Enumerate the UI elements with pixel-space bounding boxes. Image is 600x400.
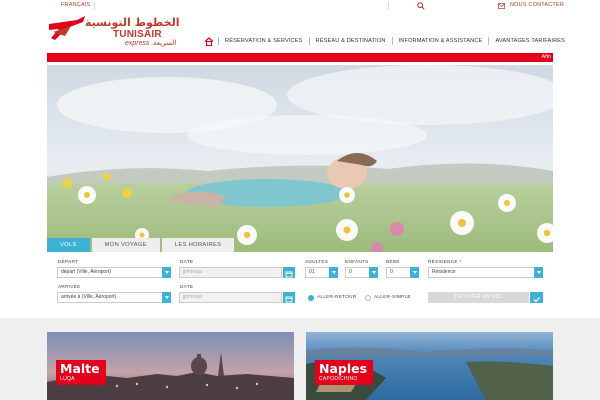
adultes-select[interactable]: 01 bbox=[305, 267, 338, 278]
adultes-value: 01 bbox=[309, 269, 315, 275]
chevron-down-icon bbox=[162, 292, 171, 303]
date-input[interactable]: jj/mm/aa bbox=[179, 267, 282, 278]
chevron-down-icon bbox=[369, 267, 378, 278]
destination-airport: LUQA bbox=[60, 376, 75, 382]
chevron-down-icon bbox=[329, 267, 338, 278]
destination-label-malte: Malte LUQA bbox=[56, 360, 106, 385]
tab-vols[interactable]: VOLS bbox=[47, 238, 90, 252]
plane-logo-icon bbox=[49, 16, 85, 40]
logo-express-arabic: السريعة bbox=[153, 39, 177, 47]
residence-value: Résidence bbox=[432, 269, 456, 275]
chevron-down-icon bbox=[534, 267, 543, 278]
destination-card-malte[interactable]: Malte LUQA bbox=[47, 332, 294, 400]
contact-link[interactable]: NOUS CONTACTER bbox=[510, 2, 564, 8]
check-icon bbox=[533, 297, 540, 303]
depart-label: DÉPART bbox=[58, 260, 79, 265]
return-calendar-button[interactable] bbox=[283, 292, 295, 303]
find-flight-button[interactable]: TROUVER UN VOL bbox=[428, 292, 529, 303]
ticker-text: Afin bbox=[541, 54, 551, 60]
top-bar: FRANÇAIS NOUS CONTACTER bbox=[0, 0, 600, 12]
calendar-button[interactable] bbox=[283, 267, 295, 278]
aller-simple-label: ALLER-SIMPLE bbox=[374, 295, 411, 300]
divider bbox=[388, 2, 389, 10]
nav-item-avantages[interactable]: AVANTAGES TARIFAIRES bbox=[488, 37, 571, 45]
enfants-label: ENFANTS bbox=[345, 260, 369, 265]
enfants-select[interactable]: 0 bbox=[345, 267, 378, 278]
search-icon[interactable] bbox=[417, 2, 425, 10]
chevron-down-icon bbox=[162, 267, 171, 278]
flight-search-form: DÉPART départ (Ville, Aéroport) DATE jj/… bbox=[0, 252, 600, 318]
divider bbox=[94, 2, 95, 10]
destination-city: Naples bbox=[319, 361, 368, 376]
news-ticker: Afin bbox=[47, 53, 553, 62]
aller-retour-label: ALLER-RETOUR bbox=[317, 295, 357, 300]
arrivee-label: ARRIVÉE bbox=[58, 285, 81, 290]
nav-home[interactable] bbox=[200, 36, 218, 46]
logo-arabic-text: الخطوط التونسية bbox=[85, 16, 180, 29]
arrivee-select[interactable]: arrivée à (Ville, Aéroport) bbox=[57, 292, 171, 303]
destination-card-naples[interactable]: Naples CAPODICHINO bbox=[306, 332, 553, 400]
hero-illustration bbox=[47, 65, 553, 252]
calendar-icon bbox=[285, 296, 293, 303]
date-label: DATE bbox=[180, 260, 194, 265]
chevron-down-icon bbox=[410, 267, 419, 278]
return-date-input[interactable]: jj/mm/aa bbox=[179, 292, 282, 303]
main-nav: RÉSERVATION & SERVICES RÉSEAU & DESTINAT… bbox=[200, 34, 571, 48]
calendar-icon bbox=[285, 271, 293, 278]
depart-select[interactable]: départ (Ville, Aéroport) bbox=[57, 267, 171, 278]
destination-label-naples: Naples CAPODICHINO bbox=[315, 360, 374, 385]
booking-tabs: VOLS MON VOYAGE LES HORAIRES bbox=[47, 238, 236, 252]
depart-value: départ (Ville, Aéroport) bbox=[61, 269, 111, 275]
hero-image bbox=[47, 65, 553, 252]
arrivee-value: arrivée à (Ville, Aéroport) bbox=[61, 294, 117, 300]
nav-item-information[interactable]: INFORMATION & ASSISTANCE bbox=[391, 37, 489, 45]
tab-mon-voyage[interactable]: MON VOYAGE bbox=[91, 238, 160, 252]
enfants-value: 0 bbox=[349, 269, 352, 275]
nav-item-reseau[interactable]: RÉSEAU & DESTINATION bbox=[308, 37, 392, 45]
aller-simple-radio[interactable] bbox=[365, 295, 371, 301]
bebe-select[interactable]: 0 bbox=[386, 267, 419, 278]
residence-select[interactable]: Résidence bbox=[428, 267, 543, 278]
tab-horaires[interactable]: LES HORAIRES bbox=[161, 238, 235, 252]
residence-label: RÉSIDENCE * bbox=[428, 260, 462, 265]
home-icon bbox=[204, 36, 214, 46]
mail-icon bbox=[498, 3, 505, 9]
aller-retour-radio[interactable] bbox=[308, 295, 314, 301]
nav-item-reservation[interactable]: RÉSERVATION & SERVICES bbox=[218, 37, 309, 45]
language-link[interactable]: FRANÇAIS bbox=[61, 2, 90, 8]
bebe-value: 0 bbox=[390, 269, 393, 275]
adultes-label: ADULTES bbox=[305, 260, 329, 265]
submit-check-button[interactable] bbox=[530, 292, 543, 303]
return-date-label: DATE bbox=[180, 285, 194, 290]
destination-airport: CAPODICHINO bbox=[319, 376, 358, 382]
tunisair-express-logo[interactable]: الخطوط التونسية TUNISAIR express السريعة bbox=[47, 14, 180, 52]
bebe-label: BÉBÉ bbox=[386, 260, 400, 265]
destination-city: Malte bbox=[60, 361, 100, 376]
logo-express: express bbox=[125, 40, 150, 47]
